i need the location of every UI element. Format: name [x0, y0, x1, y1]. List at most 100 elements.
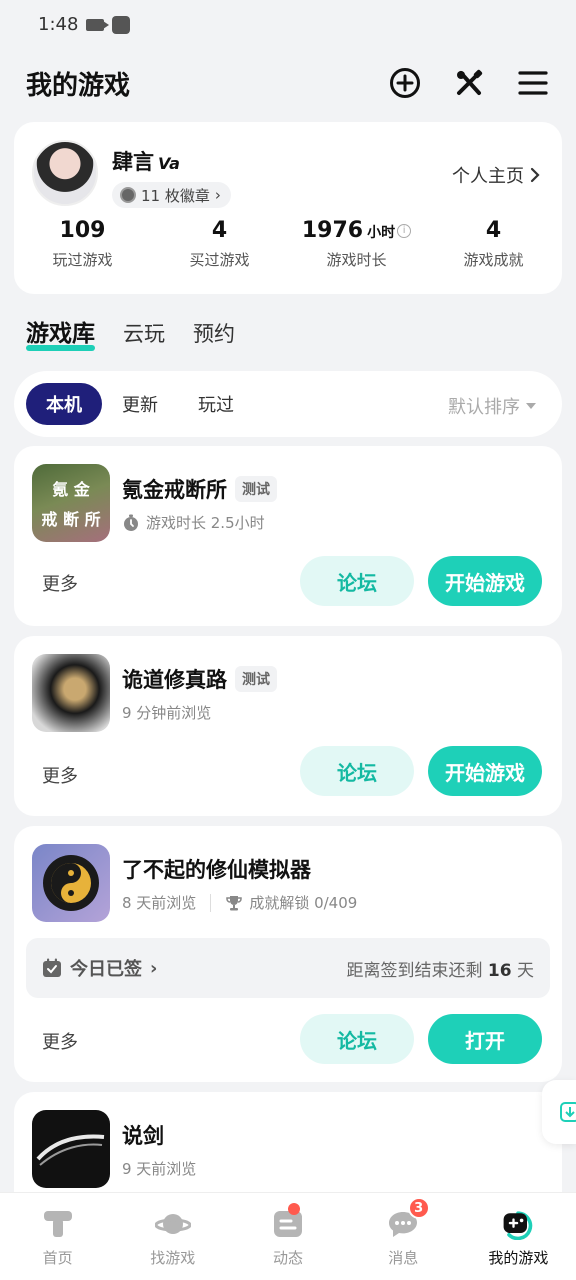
shopping-bag-icon: [112, 15, 131, 34]
nav-label: 动态: [273, 1249, 304, 1267]
stat-achievements[interactable]: 4 游戏成就: [425, 218, 562, 270]
forum-button[interactable]: 论坛: [300, 1014, 414, 1064]
game-title-row: 氪金戒断所 测试: [122, 474, 277, 504]
main-tabs: 游戏库 云玩 预约: [26, 314, 235, 351]
download-icon: [560, 1102, 576, 1122]
play-duration: 游戏时长 2.5小时: [146, 514, 265, 532]
game-title: 氪金戒断所: [122, 478, 227, 502]
stat-value: 109: [59, 218, 106, 243]
test-tag: 测试: [235, 666, 277, 692]
menu-icon[interactable]: [516, 66, 550, 100]
homepage-link[interactable]: 个人主页: [452, 162, 540, 188]
tab-cloud-play[interactable]: 云玩: [123, 318, 165, 348]
last-viewed: 9 分钟前浏览: [122, 704, 212, 722]
caret-down-icon: [526, 403, 536, 409]
add-circle-icon[interactable]: [388, 66, 422, 100]
chevron-right-icon: ›: [214, 186, 221, 204]
floating-download-tab[interactable]: [542, 1080, 576, 1144]
game-title: 诡道修真路: [122, 668, 227, 692]
nav-label: 首页: [42, 1249, 73, 1267]
stat-label: 游戏时长: [326, 251, 387, 269]
more-button[interactable]: 更多: [42, 1028, 78, 1054]
tools-icon[interactable]: [452, 66, 486, 100]
nav-label: 我的游戏: [488, 1249, 549, 1267]
stat-label: 买过游戏: [189, 251, 250, 269]
remaining-prefix: 距离签到结束还剩: [346, 960, 483, 981]
stat-bought[interactable]: 4 买过游戏: [151, 218, 288, 270]
calendar-check-icon: [43, 958, 61, 977]
sign-in-row[interactable]: 今日已签 › 距离签到结束还剩 16 天: [26, 938, 550, 998]
bottom-nav: 首页 找游戏 动态 3 消息 我的游戏: [0, 1192, 576, 1280]
game-cover: 氪 金 戒 断 所: [32, 464, 110, 542]
start-game-button[interactable]: 开始游戏: [428, 746, 542, 796]
cover-text: 戒 断 所: [41, 510, 101, 529]
more-button[interactable]: 更多: [42, 570, 78, 596]
game-card[interactable]: 了不起的修仙模拟器 8 天前浏览 成就解锁 0/409 今日已签 › 距离签到结…: [14, 826, 562, 1082]
stat-label: 游戏成就: [463, 251, 524, 269]
badges-pill[interactable]: 11 枚徽章 ›: [112, 182, 231, 208]
game-title: 了不起的修仙模拟器: [122, 858, 311, 882]
stopwatch-icon: [124, 514, 138, 531]
tab-reservations[interactable]: 预约: [193, 318, 235, 348]
stat-played[interactable]: 109 玩过游戏: [14, 218, 151, 270]
stat-unit: 小时: [367, 225, 396, 241]
username: 肆言 Va: [112, 146, 180, 176]
sign-in-label: 今日已签: [70, 959, 142, 980]
chevron-right-icon: ›: [150, 957, 158, 979]
stat-value: 1976: [301, 218, 364, 243]
badges-count: 11 枚徽章: [141, 186, 210, 205]
trophy-icon: [226, 895, 243, 910]
sort-dropdown[interactable]: 默认排序: [448, 393, 536, 419]
info-icon[interactable]: i: [397, 224, 412, 238]
nav-label: 消息: [388, 1249, 419, 1267]
nav-label: 找游戏: [150, 1249, 196, 1267]
message-count-badge: 3: [407, 1197, 430, 1219]
username-flair: Va: [158, 154, 180, 173]
sign-in-remaining: 距离签到结束还剩 16 天: [347, 956, 534, 981]
planet-icon: [154, 1207, 191, 1241]
last-viewed: 9 天前浏览: [122, 1160, 197, 1178]
game-cover: [32, 654, 110, 732]
yin-yang-icon: [43, 855, 99, 911]
forum-button[interactable]: 论坛: [300, 746, 414, 796]
video-camera-icon: [86, 18, 110, 31]
filter-local[interactable]: 本机: [26, 383, 102, 425]
open-button[interactable]: 打开: [428, 1014, 542, 1064]
stat-label: 玩过游戏: [52, 251, 113, 269]
filter-updates[interactable]: 更新: [102, 383, 178, 425]
meta-divider: [210, 893, 212, 912]
remaining-days: 16: [487, 960, 512, 981]
game-cover: [32, 1110, 110, 1188]
chevron-right-icon: [530, 167, 540, 183]
start-game-button[interactable]: 开始游戏: [428, 556, 542, 606]
page-title: 我的游戏: [26, 70, 131, 101]
nav-my-games[interactable]: 我的游戏: [461, 1193, 576, 1280]
nav-home[interactable]: 首页: [0, 1193, 115, 1280]
stat-value-wrap: 1976 小时 i: [288, 218, 425, 243]
sword-slash-icon: [36, 1134, 105, 1166]
home-icon: [40, 1207, 76, 1241]
game-meta: 游戏时长 2.5小时: [122, 512, 265, 533]
cover-text: 氪 金: [52, 480, 90, 499]
homepage-link-label: 个人主页: [452, 166, 524, 187]
more-button[interactable]: 更多: [42, 762, 78, 788]
avatar[interactable]: [32, 140, 98, 206]
game-card[interactable]: 氪 金 戒 断 所 氪金戒断所 测试 游戏时长 2.5小时 更多 论坛 开始游戏: [14, 446, 562, 626]
game-meta: 9 天前浏览: [122, 1158, 196, 1179]
game-card[interactable]: 诡道修真路 测试 9 分钟前浏览 更多 论坛 开始游戏: [14, 636, 562, 816]
test-tag: 测试: [235, 476, 277, 502]
stat-value: 4: [485, 218, 502, 243]
username-text: 肆言: [112, 150, 154, 174]
nav-feed[interactable]: 动态: [230, 1193, 345, 1280]
stats-row: 109 玩过游戏 4 买过游戏 1976 小时 i 游戏时长 4 游戏成就: [14, 218, 562, 270]
achievement-progress: 成就解锁 0/409: [249, 894, 358, 912]
nav-find-games[interactable]: 找游戏: [115, 1193, 230, 1280]
nav-messages[interactable]: 3 消息: [346, 1193, 461, 1280]
game-cover: [32, 844, 110, 922]
game-title: 说剑: [122, 1124, 164, 1148]
filter-played[interactable]: 玩过: [178, 383, 254, 425]
forum-button[interactable]: 论坛: [300, 556, 414, 606]
tab-game-library[interactable]: 游戏库: [26, 314, 95, 351]
last-viewed: 8 天前浏览: [122, 894, 197, 912]
stat-playtime[interactable]: 1976 小时 i 游戏时长: [288, 218, 425, 270]
